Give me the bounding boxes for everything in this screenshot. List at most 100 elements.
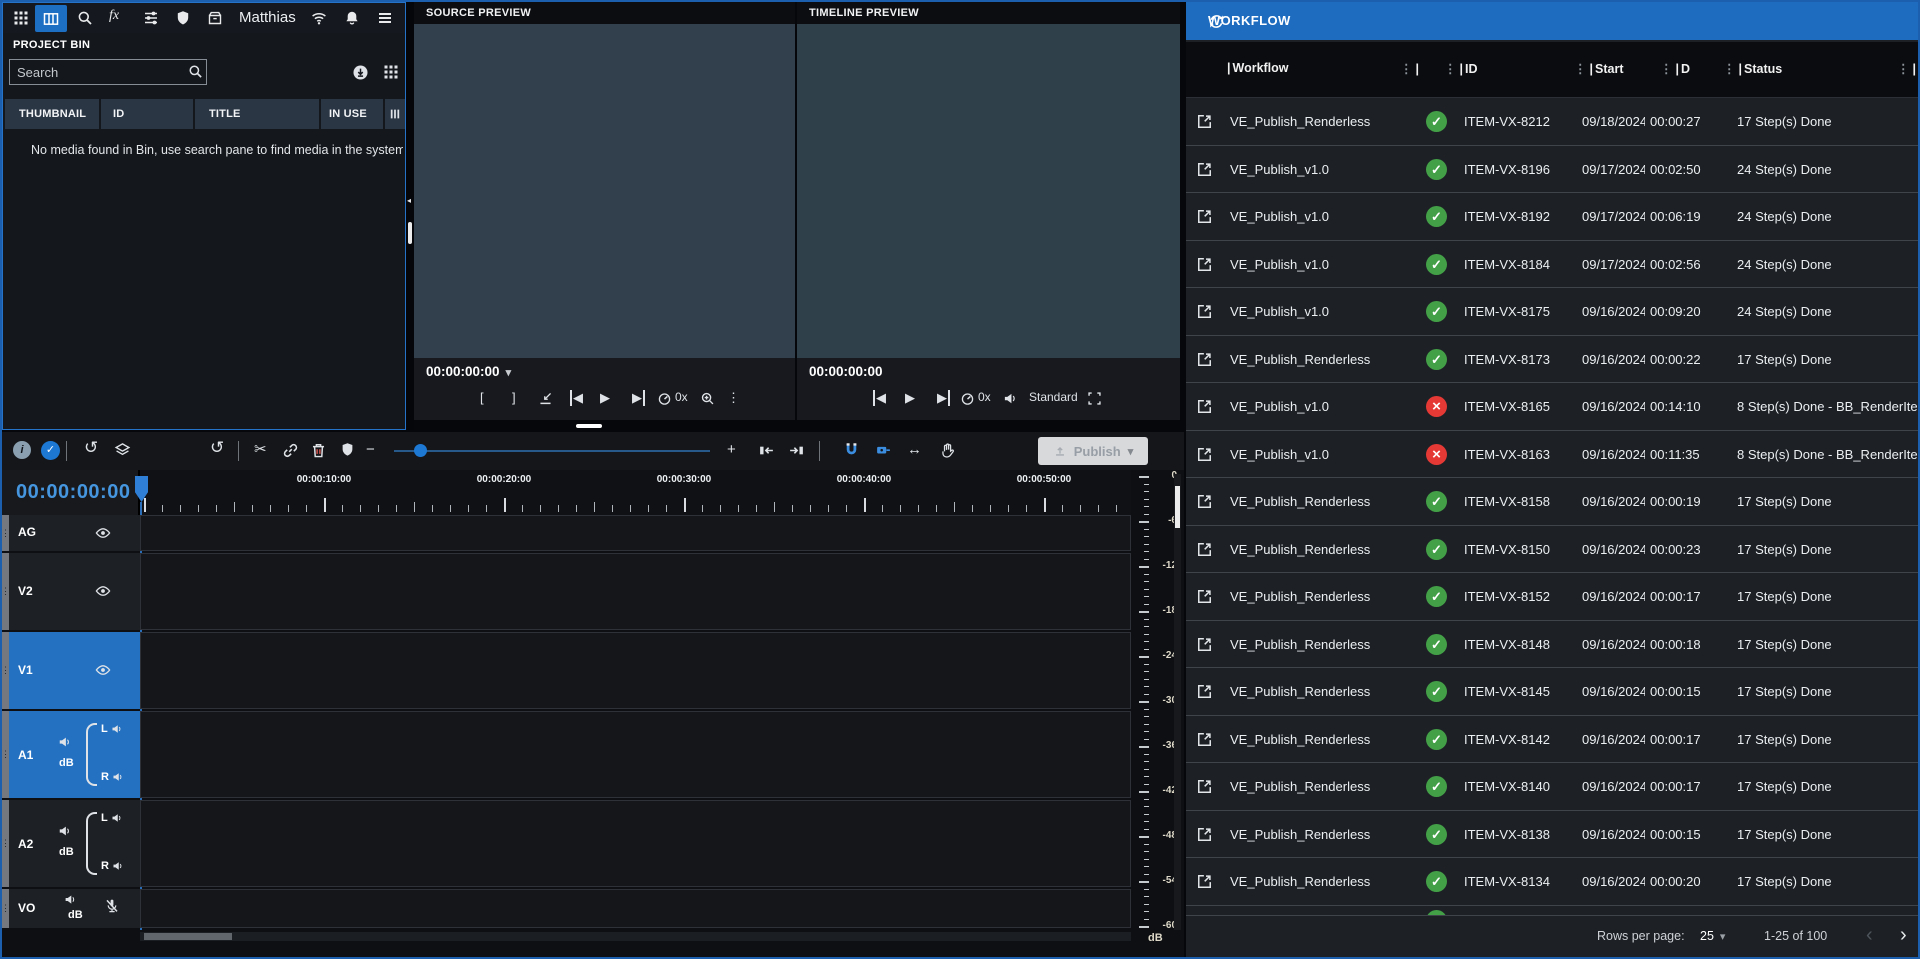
insert-clip-icon[interactable] [538, 391, 553, 406]
menu-icon[interactable] [377, 10, 393, 26]
search-icon[interactable] [188, 64, 203, 79]
channel-right[interactable]: R [101, 860, 124, 872]
effects-icon[interactable]: fx [109, 8, 119, 24]
column-header-title[interactable]: TITLE [195, 99, 319, 129]
track-drag-handle[interactable] [2, 889, 9, 928]
track-header-ag[interactable]: AG [2, 515, 140, 551]
prev-page-button[interactable] [1866, 924, 1873, 947]
marker-icon[interactable] [340, 442, 355, 457]
play-button[interactable] [905, 390, 915, 406]
fullscreen-icon[interactable] [1087, 391, 1102, 406]
visibility-eye-icon[interactable] [94, 525, 112, 541]
next-page-button[interactable] [1900, 924, 1907, 947]
track-drag-handle[interactable] [2, 800, 9, 887]
shield-icon[interactable] [175, 10, 191, 26]
column-header-thumbnail[interactable]: THUMBNAIL [5, 99, 99, 129]
column-header-id[interactable]: ID [101, 99, 193, 129]
archive-icon[interactable] [207, 10, 223, 26]
track-lane-v1[interactable] [140, 632, 1131, 709]
open-workflow-icon[interactable] [1196, 351, 1213, 368]
workflow-row[interactable]: VE_Publish_Renderless✓ITEM-VX-815009/16/… [1186, 526, 1918, 574]
track-lane-a1[interactable] [140, 711, 1131, 798]
workflow-row[interactable]: VE_Publish_Renderless✓ITEM-VX-817309/16/… [1186, 336, 1918, 384]
volume-db-label[interactable]: dB [68, 909, 83, 921]
track-header-v1[interactable]: V1 [2, 632, 140, 709]
track-drag-handle[interactable] [2, 515, 9, 551]
scrollbar-thumb[interactable] [144, 933, 232, 940]
open-workflow-icon[interactable] [1196, 256, 1213, 273]
mark-out-button[interactable] [512, 390, 516, 405]
skip-forward-button[interactable] [632, 390, 645, 406]
workflow-row[interactable]: VE_Publish_v1.0✓ITEM-VX-818409/17/2024 1… [1186, 241, 1918, 289]
track-drag-handle[interactable] [2, 711, 9, 798]
horizontal-scrollbar[interactable] [140, 932, 1131, 941]
more-options-icon[interactable] [727, 390, 740, 406]
workflow-row[interactable]: VE_Publish_Renderless✓ITEM-VX-813409/16/… [1186, 858, 1918, 906]
open-workflow-icon[interactable] [1196, 731, 1213, 748]
bell-icon[interactable] [344, 10, 360, 26]
column-header-id[interactable]: ID [1444, 61, 1478, 76]
horizontal-splitter-handle[interactable] [576, 424, 602, 428]
workflow-row[interactable]: VE_Publish_Renderless✓ITEM-VX-813809/16/… [1186, 811, 1918, 859]
open-workflow-icon[interactable] [1196, 541, 1213, 558]
rows-per-page-select[interactable]: 25 [1700, 929, 1725, 943]
apps-grid-icon[interactable] [13, 10, 29, 26]
settings-sliders-icon[interactable] [143, 10, 159, 26]
column-header-workflow[interactable]: Workflow [1227, 61, 1289, 75]
mute-speaker-icon[interactable] [58, 824, 72, 838]
channel-left[interactable]: L [101, 723, 123, 735]
quality-selector[interactable]: Standard [1029, 390, 1078, 404]
select-check-icon[interactable]: ✓ [41, 441, 60, 460]
column-header-status[interactable]: Status [1723, 61, 1782, 76]
magnet-snap-icon[interactable] [843, 442, 860, 459]
open-workflow-icon[interactable] [1196, 873, 1213, 890]
track-header-a1[interactable]: A1 dB L R [2, 711, 140, 798]
zoom-out-button[interactable] [366, 442, 375, 458]
column-header-start[interactable]: Start [1574, 61, 1623, 76]
open-workflow-icon[interactable] [1196, 826, 1213, 843]
hand-pan-icon[interactable] [939, 442, 956, 459]
info-icon[interactable]: i [13, 441, 31, 459]
zoom-in-button[interactable] [727, 442, 736, 458]
column-divider[interactable] [1400, 61, 1421, 76]
source-timecode[interactable]: 00:00:00:00 [426, 364, 511, 379]
volume-db-label[interactable]: dB [59, 757, 74, 769]
collapse-panel-icon[interactable] [407, 196, 411, 205]
speed-gauge-icon[interactable] [657, 391, 672, 406]
audio-level-icon[interactable] [1003, 391, 1018, 406]
column-header-duration[interactable]: D [1660, 61, 1690, 76]
mute-speaker-icon[interactable] [58, 735, 72, 749]
track-lane-ag[interactable] [140, 515, 1131, 551]
column-header-inuse[interactable]: IN USE [321, 99, 383, 129]
channel-right[interactable]: R [101, 771, 124, 783]
track-lane-a2[interactable] [140, 800, 1131, 887]
column-divider[interactable] [1897, 61, 1918, 76]
overwrite-right-icon[interactable] [788, 442, 805, 459]
open-workflow-icon[interactable] [1196, 778, 1213, 795]
panel-splitter[interactable] [406, 2, 414, 430]
track-drag-handle[interactable] [2, 632, 9, 709]
trim-icon[interactable] [907, 442, 922, 458]
skip-forward-button[interactable] [937, 390, 950, 406]
open-workflow-icon[interactable] [1196, 446, 1213, 463]
workflow-row[interactable]: VE_Publish_Renderless✓ITEM-VX-814809/16/… [1186, 621, 1918, 669]
history-undo-icon[interactable] [210, 440, 224, 456]
workflow-row[interactable]: VE_Publish_v1.0×ITEM-VX-816509/16/2024 0… [1186, 383, 1918, 431]
workflow-row[interactable]: VE_Publish_Renderless✓ITEM-VX-814509/16/… [1186, 668, 1918, 716]
user-name[interactable]: Matthias [239, 9, 296, 26]
volume-db-label[interactable]: dB [59, 846, 74, 858]
workflow-row[interactable]: VE_Publish_Renderless✓ITEM-VX-814009/16/… [1186, 763, 1918, 811]
publish-button[interactable]: Publish [1038, 437, 1148, 465]
scrollbar-thumb[interactable] [1175, 486, 1180, 528]
open-workflow-icon[interactable] [1196, 493, 1213, 510]
undo-icon[interactable] [84, 440, 98, 456]
razor-icon[interactable] [875, 442, 892, 459]
open-workflow-icon[interactable] [1196, 398, 1213, 415]
open-workflow-icon[interactable] [1196, 588, 1213, 605]
track-header-a2[interactable]: A2 dB L R [2, 800, 140, 887]
mark-in-button[interactable] [480, 390, 484, 405]
cut-icon[interactable] [254, 442, 267, 458]
delete-icon[interactable] [310, 442, 327, 459]
link-clips-icon[interactable] [282, 442, 299, 459]
channel-left[interactable]: L [101, 812, 123, 824]
